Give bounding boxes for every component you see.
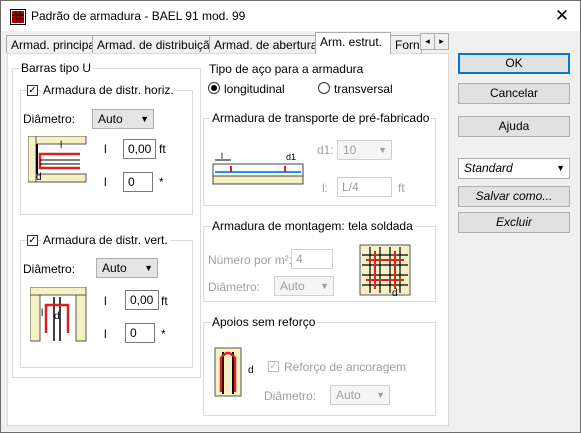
apoios-diam-label: Diâmetro: bbox=[264, 389, 317, 403]
horiz-label: Armadura de distr. horiz. bbox=[41, 83, 176, 97]
d1-select[interactable]: 10 ▼ bbox=[337, 140, 392, 160]
group-title: Armadura de transporte de pré-fabricado bbox=[210, 111, 432, 125]
vert-n-label: l bbox=[104, 327, 107, 341]
radio-dot bbox=[211, 85, 217, 91]
app-icon bbox=[10, 9, 26, 25]
save-as-button[interactable]: Salvar como... bbox=[458, 186, 570, 207]
tab-label: Arm. estrut. bbox=[320, 35, 383, 49]
preset-select[interactable]: Standard ▼ bbox=[458, 158, 570, 179]
vert-checkbox[interactable]: ✓ bbox=[27, 235, 38, 246]
apoios-diam-select[interactable]: Auto ▼ bbox=[330, 385, 390, 405]
cancel-button[interactable]: Cancelar bbox=[458, 83, 570, 104]
vert-diam-label: Diâmetro: bbox=[23, 262, 76, 276]
vert-diam-select[interactable]: Auto ▼ bbox=[96, 258, 158, 278]
transport-fig-letter-d1: d1 bbox=[286, 152, 297, 162]
tab-armad-principal[interactable]: Armad. principal bbox=[6, 35, 98, 53]
delete-button[interactable]: Excluir bbox=[458, 212, 570, 233]
horiz-l-label: l bbox=[104, 142, 107, 156]
tab-armad-abertura[interactable]: Armad. de abertura bbox=[209, 35, 318, 53]
window-title: Padrão de armadura - BAEL 91 mod. 99 bbox=[31, 9, 246, 23]
select-value: Auto bbox=[102, 261, 127, 275]
horiz-fig-letter-d: d bbox=[36, 172, 42, 183]
welded-mesh-figure bbox=[359, 244, 411, 296]
tab-arm-estrut[interactable]: Arm. estrut. bbox=[315, 32, 391, 54]
chevron-down-icon: ▼ bbox=[140, 114, 149, 124]
select-value: Standard bbox=[464, 161, 513, 175]
chevron-down-icon: ▼ bbox=[320, 281, 329, 291]
transport-l-input[interactable]: L/4 bbox=[337, 177, 392, 197]
tab-scroll-right-icon[interactable]: ▸ bbox=[434, 33, 449, 50]
montagem-diam-label: Diâmetro: bbox=[208, 280, 261, 294]
horiz-count-unit: * bbox=[159, 175, 164, 189]
tab-panel: Barras tipo U ✓ Armadura de distr. horiz… bbox=[7, 53, 449, 426]
title-bar: Padrão de armadura - BAEL 91 mod. 99 ✕ bbox=[1, 1, 580, 31]
horiz-count-input[interactable]: 0 bbox=[123, 172, 153, 192]
select-value: Auto bbox=[98, 112, 123, 126]
vert-fig-letter-d: d bbox=[54, 311, 60, 322]
group-title: Armadura de montagem: tela soldada bbox=[210, 219, 415, 233]
numero-input[interactable]: 4 bbox=[291, 249, 333, 269]
vert-count-unit: * bbox=[161, 327, 166, 341]
select-value: Auto bbox=[280, 279, 305, 293]
tab-armad-distribuicao[interactable]: Armad. de distribuição bbox=[92, 35, 216, 53]
tab-label: Armad. de distribuição bbox=[97, 38, 217, 52]
close-icon[interactable]: ✕ bbox=[549, 5, 575, 27]
vert-fig-letter-l: l bbox=[41, 308, 44, 319]
horiz-length-unit: ft bbox=[159, 142, 166, 156]
tab-scroll-left-icon[interactable]: ◂ bbox=[420, 33, 435, 50]
vert-length-input[interactable]: 0,00 bbox=[125, 290, 159, 310]
ok-button[interactable]: OK bbox=[458, 53, 570, 74]
chevron-down-icon: ▼ bbox=[144, 263, 153, 273]
group-title: Barras tipo U bbox=[19, 61, 94, 75]
reforco-checkbox[interactable]: ✓ bbox=[268, 361, 279, 372]
horiz-fig-letter-l: l bbox=[60, 140, 63, 151]
select-value: Auto bbox=[336, 388, 361, 402]
select-value: 10 bbox=[343, 143, 357, 157]
horiz-length-input[interactable]: 0,00 bbox=[123, 139, 156, 159]
numero-label: Número por m²: bbox=[208, 253, 293, 267]
horiz-diam-select[interactable]: Auto ▼ bbox=[92, 109, 154, 129]
horiz-checkbox[interactable]: ✓ bbox=[27, 85, 38, 96]
dialog-window: Padrão de armadura - BAEL 91 mod. 99 ✕ A… bbox=[0, 0, 581, 433]
vert-l-label: l bbox=[104, 294, 107, 308]
support-fig-letter-d: d bbox=[248, 365, 254, 376]
group-title: Apoios sem reforço bbox=[210, 315, 318, 329]
chevron-down-icon: ▼ bbox=[376, 390, 385, 400]
radio-longitudinal[interactable] bbox=[208, 82, 220, 94]
radio-transversal-label: transversal bbox=[334, 82, 393, 96]
reforco-label: Reforço de ancoragem bbox=[284, 360, 407, 374]
transport-fig-letter-l: l bbox=[221, 151, 223, 161]
transport-l-unit: ft bbox=[398, 181, 405, 195]
help-button[interactable]: Ajuda bbox=[458, 116, 570, 137]
d1-label: d1: bbox=[317, 143, 334, 157]
montagem-diam-select[interactable]: Auto ▼ bbox=[274, 276, 334, 296]
group-title: Tipo de aço para a armadura bbox=[207, 62, 366, 76]
tab-label: Forn bbox=[395, 38, 420, 52]
tab-forn[interactable]: Forn bbox=[390, 35, 422, 53]
tab-label: Armad. principal bbox=[11, 38, 98, 52]
mesh-fig-letter-d: d bbox=[392, 288, 398, 299]
tab-label: Armad. de abertura bbox=[214, 38, 318, 52]
chevron-down-icon: ▼ bbox=[378, 145, 387, 155]
horiz-n-label: l bbox=[104, 175, 107, 189]
vert-count-input[interactable]: 0 bbox=[125, 323, 155, 343]
vert-length-unit: ft bbox=[161, 294, 168, 308]
vert-label: Armadura de distr. vert. bbox=[41, 233, 170, 247]
transport-l-label: l: bbox=[322, 181, 328, 195]
chevron-down-icon: ▼ bbox=[556, 163, 565, 173]
horiz-diam-label: Diâmetro: bbox=[23, 112, 76, 126]
radio-transversal[interactable] bbox=[318, 82, 330, 94]
radio-longitudinal-label: longitudinal bbox=[224, 82, 285, 96]
support-anchor-figure bbox=[214, 347, 242, 397]
